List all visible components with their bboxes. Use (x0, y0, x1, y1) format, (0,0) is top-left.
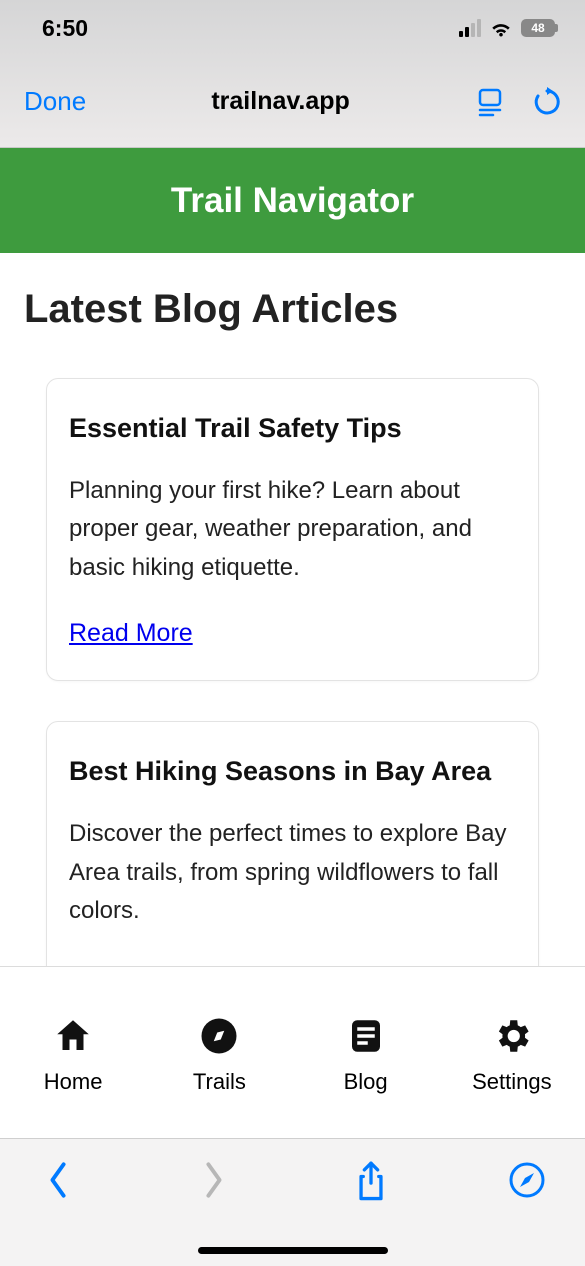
article-body: Discover the perfect times to explore Ba… (69, 815, 516, 930)
page-title: Latest Blog Articles (24, 287, 561, 332)
wifi-icon (489, 19, 513, 37)
tab-trails[interactable]: Trails (146, 1015, 292, 1095)
page-content: Latest Blog Articles Essential Trail Saf… (0, 253, 585, 966)
compass-icon (198, 1015, 240, 1057)
back-button[interactable] (34, 1161, 82, 1199)
article-list: Essential Trail Safety Tips Planning you… (24, 378, 561, 966)
tab-label: Trails (193, 1069, 246, 1095)
share-button[interactable] (347, 1161, 395, 1203)
tab-label: Home (44, 1069, 103, 1095)
app-header: Trail Navigator (0, 148, 585, 253)
tab-settings[interactable]: Settings (439, 1015, 585, 1095)
article-body: Planning your first hike? Learn about pr… (69, 472, 516, 587)
reader-mode-icon[interactable] (475, 87, 505, 117)
done-button[interactable]: Done (24, 86, 86, 117)
article-title: Best Hiking Seasons in Bay Area (69, 756, 516, 787)
page-viewport: Trail Navigator Latest Blog Articles Ess… (0, 148, 585, 1138)
status-bar: 6:50 48 (0, 0, 585, 56)
article-title: Essential Trail Safety Tips (69, 413, 516, 444)
home-indicator (198, 1247, 388, 1254)
url-display[interactable]: trailnav.app (211, 87, 349, 116)
status-icons: 48 (459, 19, 555, 37)
app-title: Trail Navigator (171, 181, 414, 221)
gear-icon (491, 1015, 533, 1057)
article-card: Essential Trail Safety Tips Planning you… (46, 378, 539, 681)
read-more-link[interactable]: Read More (69, 619, 193, 647)
safari-icon[interactable] (503, 1161, 551, 1199)
tab-home[interactable]: Home (0, 1015, 146, 1095)
article-card: Best Hiking Seasons in Bay Area Discover… (46, 721, 539, 966)
tab-blog[interactable]: Blog (293, 1015, 439, 1095)
status-time: 6:50 (42, 15, 88, 42)
cellular-icon (459, 19, 481, 37)
battery-icon: 48 (521, 19, 555, 37)
forward-button[interactable] (190, 1161, 238, 1199)
app-tab-bar: Home Trails Blog Settings (0, 966, 585, 1138)
article-icon (345, 1015, 387, 1057)
browser-address-row: Done trailnav.app (0, 56, 585, 147)
browser-chrome-top: 6:50 48 Done trailnav.app (0, 0, 585, 148)
tab-label: Settings (472, 1069, 552, 1095)
reload-icon[interactable] (533, 87, 561, 117)
home-icon (52, 1015, 94, 1057)
tab-label: Blog (344, 1069, 388, 1095)
